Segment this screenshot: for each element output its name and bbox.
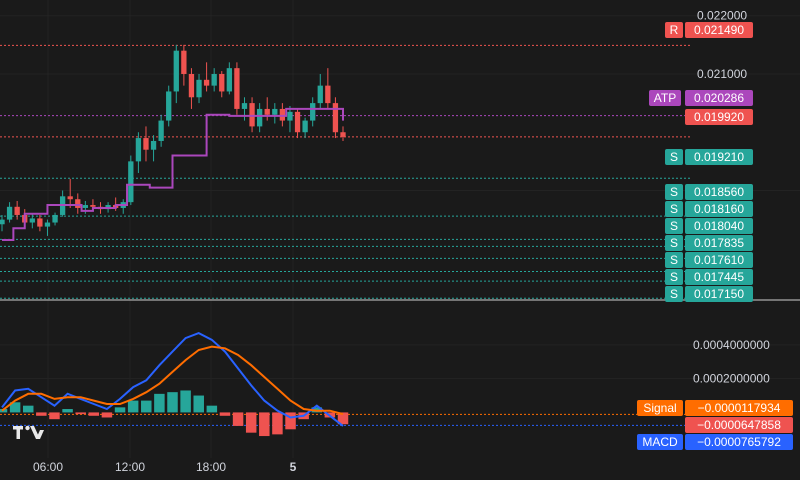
candle-body — [173, 50, 179, 92]
candle-body — [6, 206, 13, 220]
histogram-bar — [49, 412, 60, 420]
resistance-tag-label: R — [670, 23, 679, 37]
candle-body — [29, 218, 35, 223]
support-tag-label: S — [670, 185, 678, 199]
macd-tag-label: MACD — [642, 435, 678, 449]
candle-body — [249, 103, 255, 127]
histogram-bar — [88, 412, 100, 416]
candle-body — [340, 132, 346, 137]
candle-body — [75, 199, 81, 208]
candle-body — [219, 73, 225, 92]
candle-body — [82, 205, 89, 208]
histogram-bar — [141, 400, 152, 413]
support-tag-label: S — [670, 150, 678, 164]
candle-body — [234, 68, 240, 109]
support-tag-label: S — [670, 219, 678, 233]
candle-body — [150, 140, 157, 150]
candle-body — [67, 196, 73, 200]
candle-body — [211, 73, 217, 86]
support-value-label: 0.017835 — [694, 236, 744, 250]
candle-body — [158, 120, 164, 141]
candle-body — [332, 103, 339, 133]
histogram-bar — [101, 412, 113, 418]
histogram-bar — [219, 412, 231, 416]
histogram-bar — [127, 400, 139, 413]
candle-body — [196, 79, 202, 98]
support-tag-label: S — [670, 236, 678, 250]
candle-body — [14, 206, 20, 215]
histogram-bar — [36, 412, 47, 416]
candle-body — [317, 85, 323, 104]
support-tag-label: S — [670, 270, 678, 284]
histogram-bar — [245, 412, 257, 433]
candle-body — [325, 85, 331, 104]
histogram-bar — [75, 412, 86, 415]
candle-body — [294, 111, 301, 133]
support-value-label: 0.017610 — [694, 253, 744, 267]
indicator-axis-tick-label: 0.0004000000 — [693, 338, 770, 352]
time-axis-tick-label: 18:00 — [196, 460, 226, 474]
candle-body — [241, 103, 248, 109]
support-tag-label: S — [670, 253, 678, 267]
histogram-bar — [114, 407, 126, 413]
histogram-bar — [180, 390, 191, 413]
support-tag-label: S — [670, 202, 678, 216]
candle-body — [264, 108, 270, 115]
candle-body — [226, 68, 232, 92]
support-value-label: 0.017150 — [694, 287, 744, 301]
candle-body — [188, 73, 195, 98]
candle-body — [0, 219, 5, 225]
support-value-label: 0.018040 — [694, 219, 744, 233]
macd-value-label: −0.0000765792 — [697, 435, 781, 449]
current-price-label: 0.019920 — [694, 110, 744, 124]
histogram-bar — [232, 412, 244, 426]
time-axis-tick-label: 5 — [290, 460, 297, 474]
candle-body — [143, 138, 149, 150]
support-value-label: 0.017445 — [694, 270, 744, 284]
candle-body — [302, 120, 308, 133]
histogram-bar — [272, 412, 283, 435]
resistance-value-label: 0.021490 — [694, 23, 744, 37]
indicator-axis-tick-label: 0.0002000000 — [693, 372, 770, 386]
support-tag-label: S — [670, 287, 678, 301]
signal-tag-label: Signal — [643, 401, 676, 415]
histogram-bar — [154, 393, 165, 413]
histogram-value-label: −0.0000647858 — [697, 418, 781, 432]
candle-body — [128, 161, 134, 203]
candle-body — [310, 103, 316, 121]
candle-body — [181, 50, 187, 74]
support-value-label: 0.019210 — [694, 150, 744, 164]
price-axis-tick-label: 0.022000 — [697, 9, 747, 23]
signal-value-label: −0.0000117934 — [698, 401, 781, 415]
atp-tag-label: ATP — [654, 91, 676, 105]
candle-body — [135, 138, 142, 162]
histogram-bar — [259, 412, 270, 437]
support-value-label: 0.018160 — [694, 202, 744, 216]
candle-body — [44, 222, 51, 227]
candle-body — [256, 108, 263, 127]
chart-canvas[interactable]: 0.0220000.0210000.0190000.00040000000.00… — [0, 0, 800, 480]
histogram-bar — [193, 395, 204, 413]
price-axis-tick-label: 0.021000 — [697, 67, 747, 81]
candle-body — [90, 205, 96, 207]
candle-body — [166, 91, 172, 121]
support-value-label: 0.018560 — [694, 185, 744, 199]
histogram-bar — [62, 409, 73, 413]
histogram-bar — [206, 405, 218, 413]
time-axis-tick-label: 06:00 — [33, 460, 63, 474]
candle-body — [279, 108, 286, 121]
time-axis-tick-label: 12:00 — [115, 460, 145, 474]
candle-body — [287, 111, 293, 121]
histogram-bar — [167, 392, 178, 413]
histogram-bar — [22, 405, 34, 413]
candle-body — [37, 218, 43, 227]
candle-body — [272, 108, 278, 115]
candle-body — [52, 214, 58, 223]
atp-value-label: 0.020286 — [694, 91, 744, 105]
candle-body — [203, 79, 210, 86]
